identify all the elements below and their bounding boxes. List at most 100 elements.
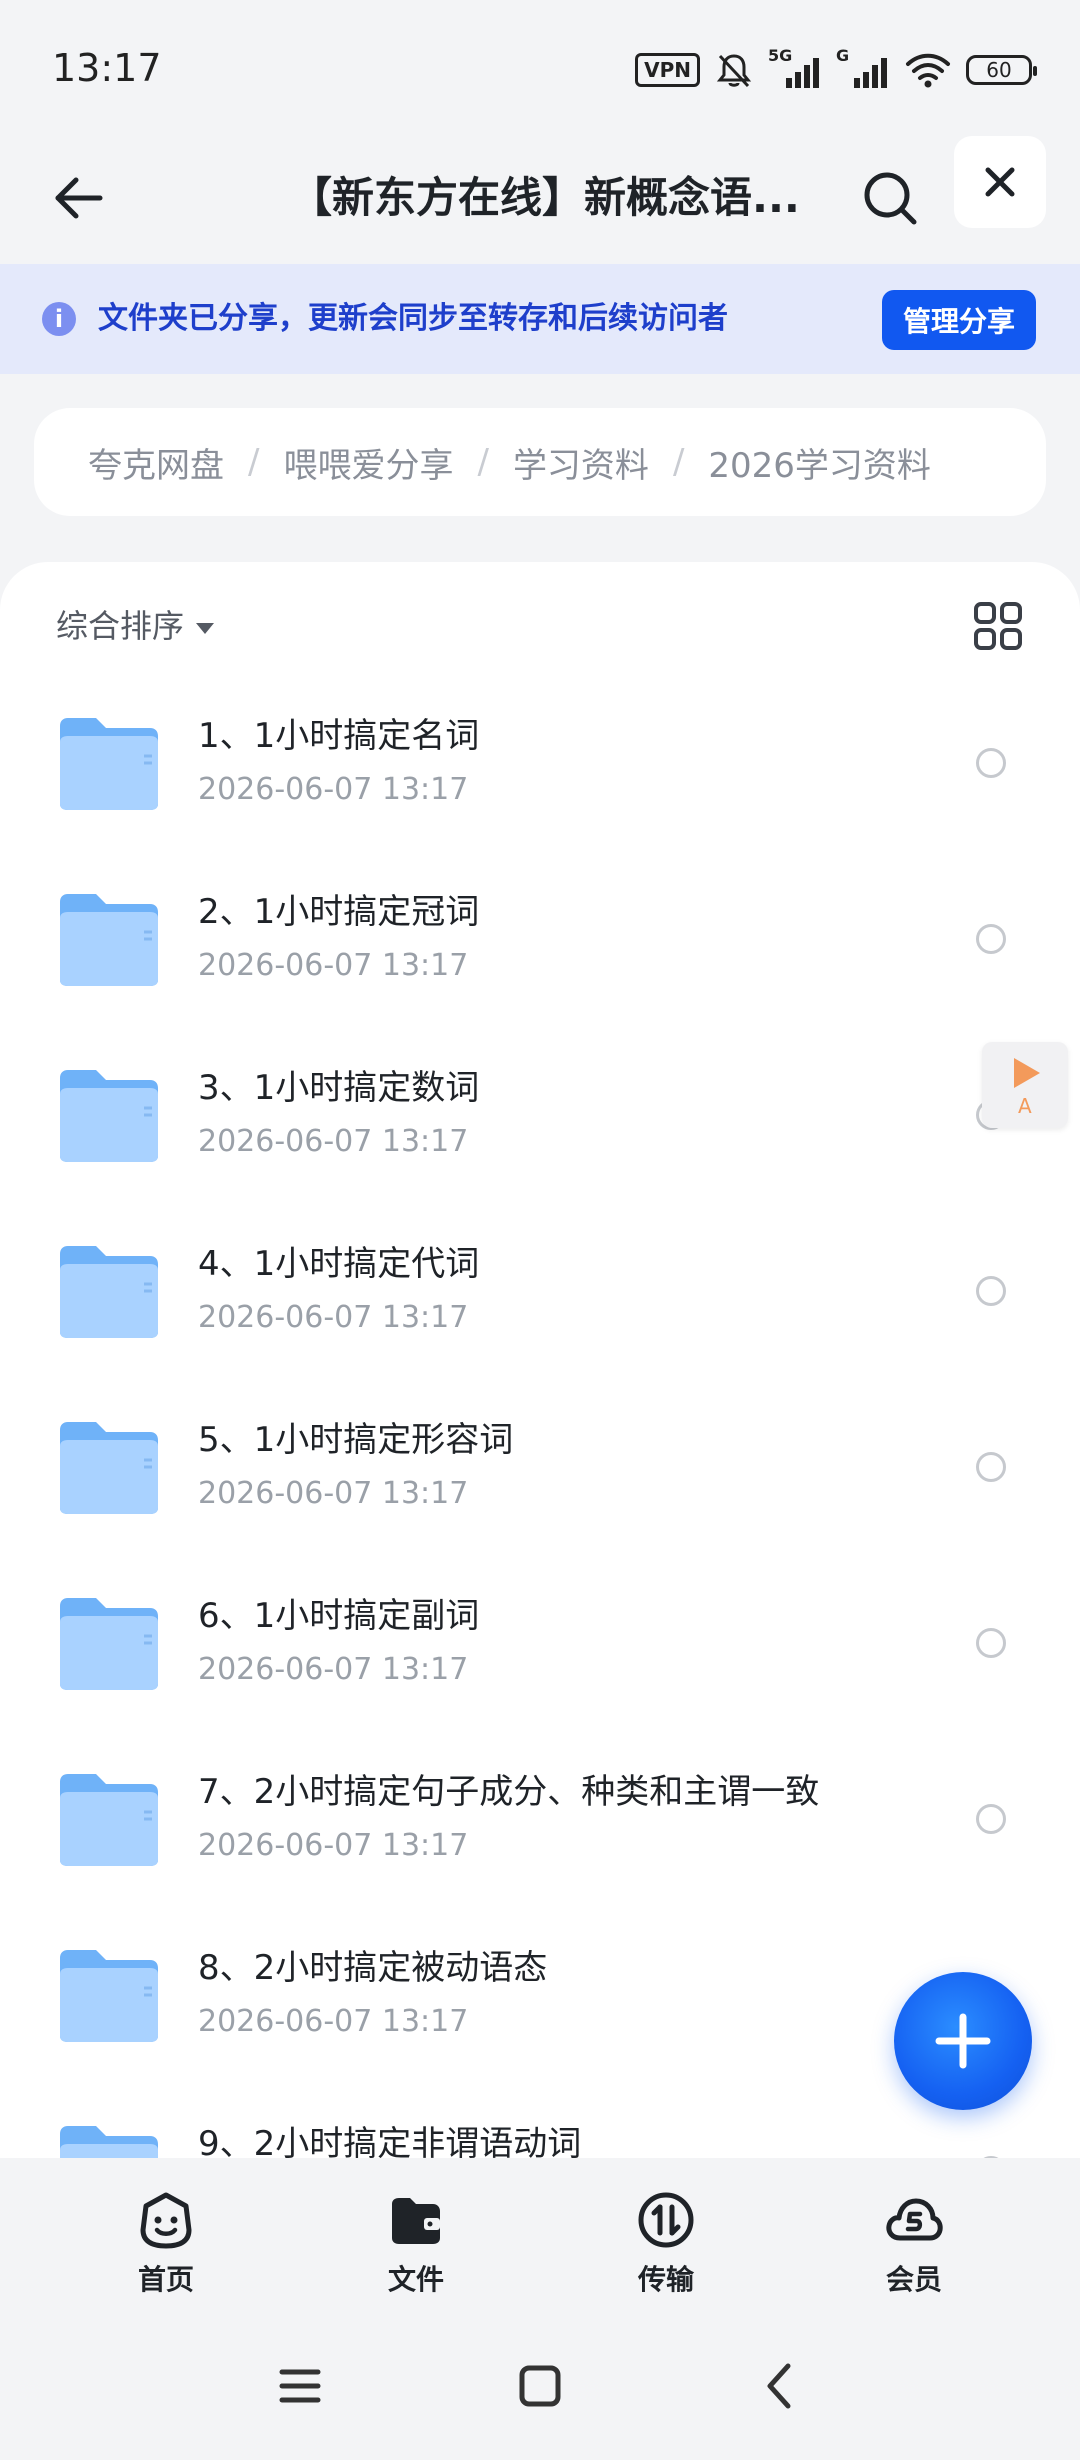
back-chevron-icon[interactable]	[750, 2356, 810, 2416]
vpn-badge: VPN	[635, 53, 700, 87]
folder-icon	[60, 1422, 158, 1514]
breadcrumb-item[interactable]: 2026学习资料	[708, 438, 931, 487]
file-name: 9、2小时搞定非谓语动词	[198, 2124, 582, 2162]
select-checkbox[interactable]	[976, 1452, 1006, 1482]
file-date: 2026-06-07 13:17	[198, 1300, 469, 1335]
file-name: 5、1小时搞定形容词	[198, 1420, 514, 1460]
tab-member-label: 会员	[885, 2263, 942, 2296]
top-bar: 【新东方在线】新概念语...	[0, 132, 1080, 264]
search-button[interactable]	[852, 160, 928, 236]
share-notice-banner: i 文件夹已分享，更新会同步至转存和后续访问者 管理分享	[0, 264, 1080, 374]
floating-player-widget[interactable]: A	[982, 1042, 1068, 1128]
tab-transfer-label: 传输	[637, 2263, 694, 2296]
file-name: 7、2小时搞定句子成分、种类和主谓一致	[198, 1772, 820, 1812]
sort-dropdown[interactable]: 综合排序	[56, 596, 215, 656]
folder-icon	[392, 2198, 440, 2244]
list-item[interactable]: 5、1小时搞定形容词 2026-06-07 13:17	[0, 1392, 1080, 1568]
breadcrumb-item[interactable]: 学习资料	[513, 438, 649, 487]
list-item[interactable]: 4、1小时搞定代词 2026-06-07 13:17	[0, 1216, 1080, 1392]
tab-home[interactable]: 首页	[86, 2190, 246, 2310]
folder-icon	[60, 2126, 158, 2162]
home-square-icon[interactable]	[510, 2356, 570, 2416]
status-bar: 13:17 VPN 5G G 60	[0, 0, 1080, 132]
status-icons: VPN 5G G 60	[635, 46, 1037, 92]
file-date: 2026-06-07 13:17	[198, 1828, 469, 1863]
status-time: 13:17	[52, 46, 162, 90]
file-date: 2026-06-07 13:17	[198, 948, 469, 983]
menu-icon[interactable]	[270, 2356, 330, 2416]
breadcrumb-separator: /	[477, 442, 489, 482]
page-title: 【新东方在线】新概念语...	[290, 173, 800, 222]
file-date: 2026-06-07 13:17	[198, 1652, 469, 1687]
tab-files-label: 文件	[387, 2263, 444, 2296]
plus-icon	[935, 2013, 991, 2069]
folder-icon	[60, 1774, 158, 1866]
close-icon	[985, 167, 1015, 197]
select-checkbox[interactable]	[976, 748, 1006, 778]
battery-indicator: 60	[966, 55, 1037, 85]
add-button[interactable]	[894, 1972, 1032, 2110]
mute-bell-icon	[716, 54, 752, 88]
select-checkbox[interactable]	[976, 924, 1006, 954]
tab-files[interactable]: 文件	[336, 2190, 496, 2310]
folder-icon	[60, 718, 158, 810]
caret-down-icon	[196, 622, 215, 634]
list-item[interactable]: 6、1小时搞定副词 2026-06-07 13:17	[0, 1568, 1080, 1744]
sort-label: 综合排序	[56, 607, 185, 645]
list-item[interactable]: 9、2小时搞定非谓语动词2026-06-07 13:17	[0, 2096, 1080, 2162]
floating-player-label: A	[1018, 1094, 1032, 1118]
page: 13:17 VPN 5G G 60 【新东方在线】新概念语... i 文件夹已分…	[0, 0, 1080, 2460]
signal-bars-icon	[786, 58, 819, 88]
breadcrumb: 夸克网盘 / 喂喂爱分享 / 学习资料 / 2026学习资料	[34, 408, 1046, 516]
tab-home-label: 首页	[137, 2263, 194, 2296]
member-cloud-icon	[886, 2198, 943, 2241]
file-name: 2、1小时搞定冠词	[198, 892, 480, 932]
list-item[interactable]: 1、1小时搞定名词 2026-06-07 13:17	[0, 688, 1080, 864]
select-checkbox[interactable]	[976, 1276, 1006, 1306]
manage-share-button[interactable]: 管理分享	[882, 290, 1036, 350]
breadcrumb-separator: /	[672, 442, 685, 482]
folder-icon	[60, 894, 158, 986]
signal-5g: 5G	[768, 46, 822, 90]
breadcrumb-item[interactable]: 夸克网盘	[88, 438, 224, 487]
file-name: 1、1小时搞定名词	[198, 716, 480, 756]
file-date: 2026-06-07 13:17	[198, 1476, 469, 1511]
info-icon: i	[42, 302, 76, 336]
grid-view-icon	[974, 602, 1022, 650]
bottom-tab-bar: 首页 文件 传输 会员	[0, 2158, 1080, 2318]
folder-icon	[60, 1950, 158, 2042]
back-button[interactable]	[40, 160, 116, 236]
file-name: 4、1小时搞定代词	[198, 1244, 480, 1284]
folder-icon	[60, 1246, 158, 1338]
breadcrumb-track: 夸克网盘 / 喂喂爱分享 / 学习资料 / 2026学习资料	[88, 408, 992, 516]
smile-icon	[140, 2192, 192, 2249]
list-item[interactable]: 2、1小时搞定冠词 2026-06-07 13:17	[0, 864, 1080, 1040]
select-checkbox[interactable]	[976, 1628, 1006, 1658]
transfer-icon	[638, 2192, 694, 2248]
signal-g: G	[836, 46, 890, 90]
list-item[interactable]: 3、1小时搞定数词 2026-06-07 13:17	[0, 1040, 1080, 1216]
grid-view-toggle[interactable]	[970, 598, 1026, 654]
tab-transfer[interactable]: 传输	[586, 2190, 746, 2310]
system-navigation-bar	[0, 2318, 1080, 2460]
list-item[interactable]: 7、2小时搞定句子成分、种类和主谓一致 2026-06-07 13:17	[0, 1744, 1080, 1920]
close-button[interactable]	[954, 136, 1046, 228]
folder-icon	[60, 1070, 158, 1162]
file-date: 2026-06-07 13:17	[198, 772, 469, 807]
file-name: 6、1小时搞定副词	[198, 1596, 480, 1636]
tab-member[interactable]: 会员	[834, 2190, 994, 2310]
play-icon	[1014, 1058, 1040, 1088]
back-arrow-icon	[55, 177, 103, 219]
file-list-panel: 综合排序 1、1小时搞定名词 2026-06-07 13:17 2、1小时搞定冠词 2…	[0, 562, 1080, 2162]
signal-bars-icon	[854, 58, 887, 88]
file-name: 3、1小时搞定数词	[198, 1068, 480, 1108]
share-notice-text: 文件夹已分享，更新会同步至转存和后续访问者	[98, 301, 728, 336]
file-name: 8、2小时搞定被动语态	[198, 1948, 548, 1988]
search-icon	[864, 172, 917, 225]
file-date: 2026-06-07 13:17	[198, 2004, 469, 2039]
breadcrumb-separator: /	[248, 442, 260, 482]
breadcrumb-item[interactable]: 喂喂爱分享	[283, 438, 453, 487]
file-list: 1、1小时搞定名词 2026-06-07 13:17 2、1小时搞定冠词 2026-0…	[0, 688, 1080, 2162]
select-checkbox[interactable]	[976, 1804, 1006, 1834]
folder-icon	[60, 1598, 158, 1690]
